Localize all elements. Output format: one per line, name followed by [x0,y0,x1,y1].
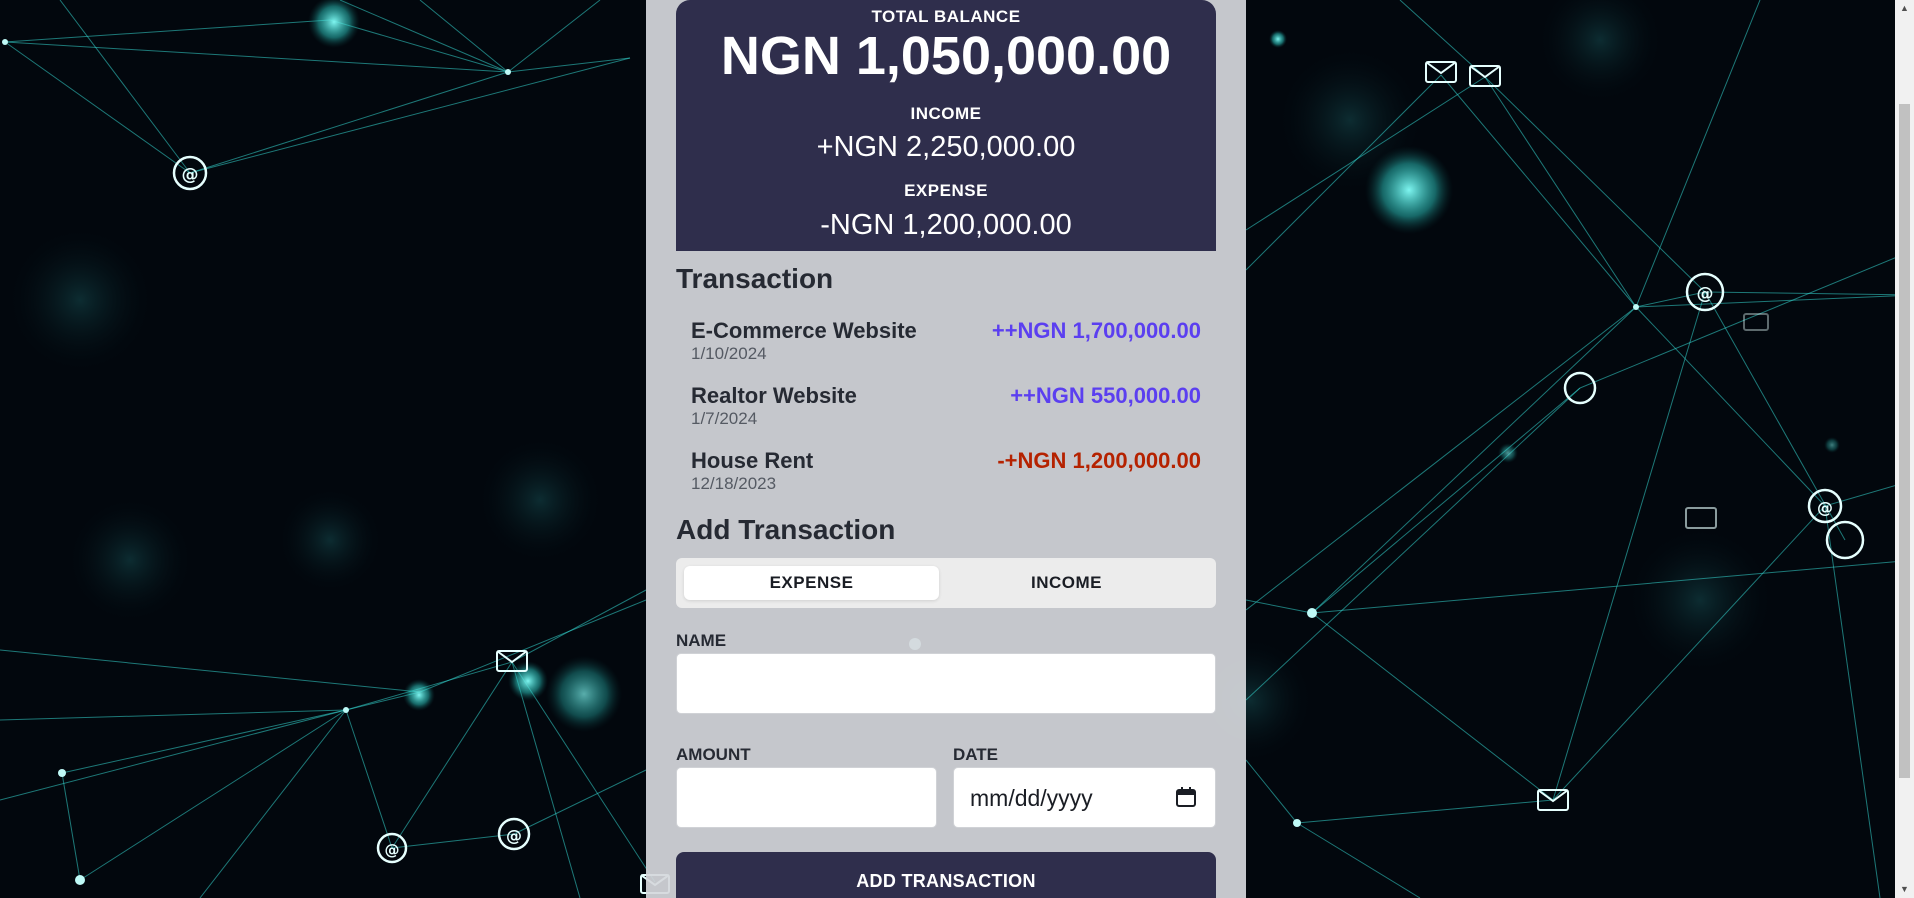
scroll-down-arrow-icon[interactable]: ▼ [1895,881,1914,898]
expense-tracker-panel: TOTAL BALANCE NGN 1,050,000.00 INCOME +N… [646,0,1246,898]
date-input[interactable]: mm/dd/yyyy [953,767,1216,828]
total-balance-label: TOTAL BALANCE [871,7,1021,26]
transactions-heading: Transaction [676,263,834,294]
expense-value: -NGN 1,200,000.00 [820,209,1072,241]
transaction-amount: ++NGN 1,700,000.00 [991,318,1201,343]
transaction-item[interactable]: E-Commerce Website 1/10/2024 ++NGN 1,700… [691,318,1201,376]
add-transaction-heading: Add Transaction [676,514,896,545]
scrollbar-thumb[interactable] [1899,104,1910,778]
amount-field-wrapper [676,767,937,828]
svg-text:@: @ [182,165,199,185]
svg-text:@: @ [385,841,400,859]
name-label: NAME [676,631,727,650]
transaction-date: 1/10/2024 [691,344,767,363]
income-toggle-button[interactable]: INCOME [939,566,1194,600]
transaction-item[interactable]: Realtor Website 1/7/2024 ++NGN 550,000.0… [691,383,1201,441]
balance-card: TOTAL BALANCE NGN 1,050,000.00 INCOME +N… [676,0,1216,251]
income-label: INCOME [910,104,982,123]
expense-toggle-button[interactable]: EXPENSE [684,566,939,600]
amount-label: AMOUNT [676,745,751,764]
date-placeholder: mm/dd/yyyy [970,785,1093,811]
income-value: +NGN 2,250,000.00 [816,131,1076,163]
transaction-name: House Rent [691,448,814,473]
add-transaction-button[interactable]: ADD TRANSACTION [676,852,1216,898]
expense-label: EXPENSE [904,181,988,200]
name-input[interactable] [677,654,1215,713]
calendar-icon[interactable] [1175,786,1197,808]
transaction-date: 12/18/2023 [691,474,777,493]
transaction-type-toggle: EXPENSE INCOME [676,558,1216,608]
total-balance-value: NGN 1,050,000.00 [720,26,1172,86]
transaction-name: E-Commerce Website [691,318,917,343]
page-scrollbar[interactable]: ▲ ▼ [1895,0,1914,898]
transaction-item[interactable]: House Rent 12/18/2023 -+NGN 1,200,000.00 [691,448,1201,506]
transaction-date: 1/7/2024 [691,409,758,428]
svg-text:@: @ [1697,284,1714,304]
scroll-up-arrow-icon[interactable]: ▲ [1895,0,1914,17]
transaction-amount: -+NGN 1,200,000.00 [997,448,1201,473]
svg-text:@: @ [506,826,522,845]
date-label: DATE [953,745,999,764]
svg-text:@: @ [1817,498,1833,517]
transaction-name: Realtor Website [691,383,857,408]
transaction-amount: ++NGN 550,000.00 [1010,383,1201,408]
amount-input[interactable] [677,768,936,827]
name-field-wrapper [676,653,1216,714]
